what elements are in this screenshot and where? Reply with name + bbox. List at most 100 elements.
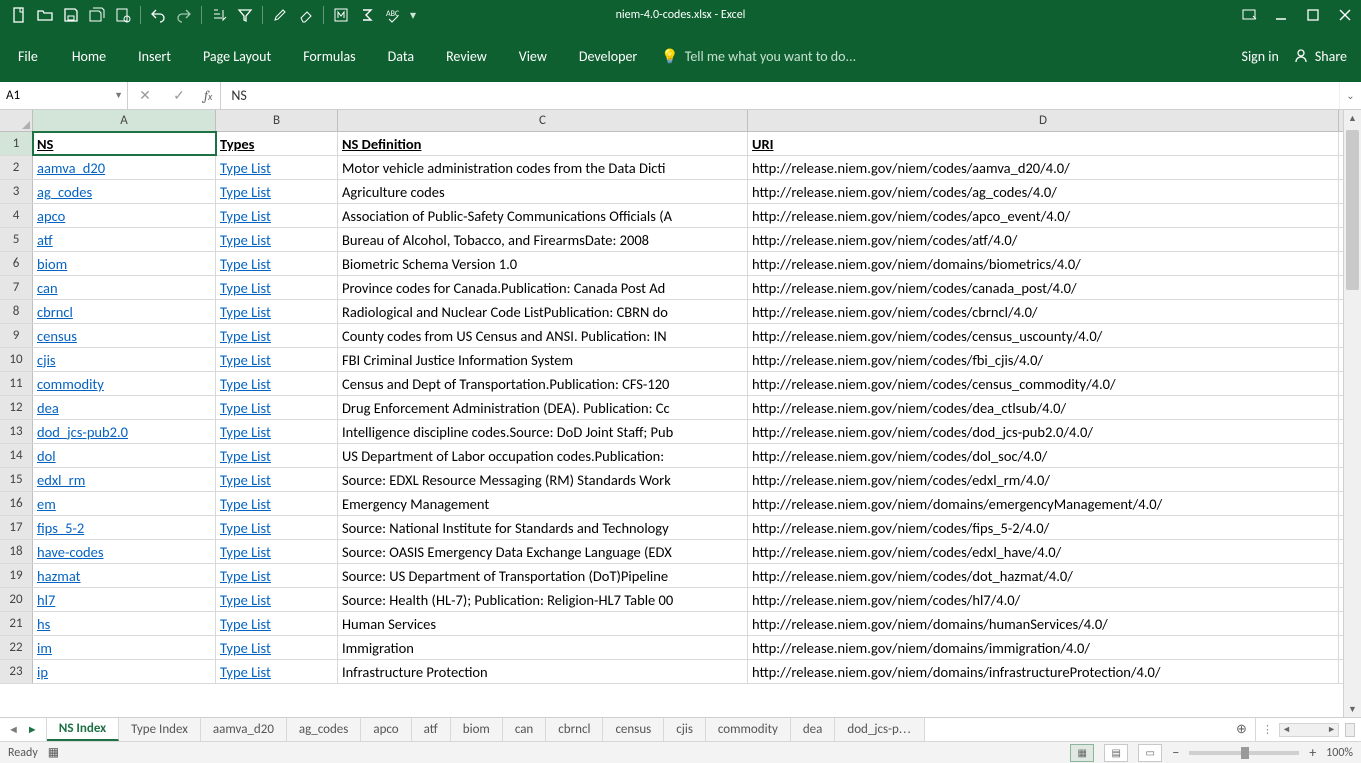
types-link[interactable]: Type List xyxy=(220,543,271,561)
cell[interactable]: census xyxy=(33,324,216,347)
cell[interactable]: Province codes for Canada.Publication: C… xyxy=(338,276,748,299)
cell[interactable]: http://release.niem.gov/niem/codes/ag_co… xyxy=(748,180,1339,203)
cell[interactable]: have-codes xyxy=(33,540,216,563)
types-link[interactable]: Type List xyxy=(220,399,271,417)
cell[interactable]: http://release.niem.gov/niem/codes/aamva… xyxy=(748,156,1339,179)
sheet-tab[interactable]: cjis xyxy=(664,718,706,741)
cell[interactable]: http://release.niem.gov/niem/codes/apco_… xyxy=(748,204,1339,227)
cell[interactable]: Type List xyxy=(216,564,338,587)
cell[interactable]: Drug Enforcement Administration (DEA). P… xyxy=(338,396,748,419)
cell[interactable]: http://release.niem.gov/niem/codes/edxl_… xyxy=(748,468,1339,491)
cell[interactable]: http://release.niem.gov/niem/domains/eme… xyxy=(748,492,1339,515)
types-link[interactable]: Type List xyxy=(220,423,271,441)
cell[interactable]: NS xyxy=(33,132,216,155)
name-box-dropdown-icon[interactable]: ▼ xyxy=(114,90,123,101)
types-link[interactable]: Type List xyxy=(220,231,271,249)
types-link[interactable]: Type List xyxy=(220,447,271,465)
sheet-tab[interactable]: cbrncl xyxy=(546,718,603,741)
sheet-tab[interactable]: aamva_d20 xyxy=(201,718,287,741)
row-header[interactable]: 13 xyxy=(0,420,33,443)
cell[interactable]: dea xyxy=(33,396,216,419)
row-header[interactable]: 15 xyxy=(0,468,33,491)
formula-expand-icon[interactable]: ⌄ xyxy=(1339,82,1361,109)
ns-link[interactable]: im xyxy=(37,639,52,657)
cell[interactable]: Type List xyxy=(216,252,338,275)
eraser-icon[interactable] xyxy=(293,1,319,29)
cell[interactable]: http://release.niem.gov/niem/codes/dea_c… xyxy=(748,396,1339,419)
cell[interactable]: http://release.niem.gov/niem/codes/dot_h… xyxy=(748,564,1339,587)
sheet-nav-next-icon[interactable]: ► xyxy=(27,723,38,736)
row-header[interactable]: 21 xyxy=(0,612,33,635)
types-link[interactable]: Type List xyxy=(220,255,271,273)
cell[interactable]: Type List xyxy=(216,276,338,299)
types-link[interactable]: Type List xyxy=(220,471,271,489)
maximize-icon[interactable] xyxy=(1297,1,1329,29)
ribbon-tab-page-layout[interactable]: Page Layout xyxy=(187,30,287,82)
cell[interactable]: http://release.niem.gov/niem/codes/censu… xyxy=(748,372,1339,395)
file-tab[interactable]: File xyxy=(0,30,56,82)
cell[interactable]: FBI Criminal Justice Information System xyxy=(338,348,748,371)
sheet-tab[interactable]: dod_jcs-p ... xyxy=(835,718,924,741)
types-link[interactable]: Type List xyxy=(220,519,271,537)
cell[interactable]: apco xyxy=(33,204,216,227)
cell[interactable]: Intelligence discipline codes.Source: Do… xyxy=(338,420,748,443)
column-header-d[interactable]: D xyxy=(748,110,1339,131)
cell[interactable]: Type List xyxy=(216,636,338,659)
ns-link[interactable]: cbrncl xyxy=(37,303,73,321)
formula-cancel-icon[interactable]: ✕ xyxy=(128,87,162,104)
row-header[interactable]: 2 xyxy=(0,156,33,179)
row-header[interactable]: 4 xyxy=(0,204,33,227)
save-icon[interactable] xyxy=(58,1,84,29)
zoom-in-icon[interactable]: + xyxy=(1309,744,1316,761)
formula-enter-icon[interactable]: ✓ xyxy=(162,87,196,104)
cell[interactable]: ag_codes xyxy=(33,180,216,203)
cell[interactable]: Radiological and Nuclear Code ListPublic… xyxy=(338,300,748,323)
undo-icon[interactable] xyxy=(145,1,171,29)
types-link[interactable]: Type List xyxy=(220,303,271,321)
cell[interactable]: US Department of Labor occupation codes.… xyxy=(338,444,748,467)
types-link[interactable]: Type List xyxy=(220,183,271,201)
types-link[interactable]: Type List xyxy=(220,159,271,177)
zoom-level[interactable]: 100% xyxy=(1326,746,1353,760)
ribbon-tab-insert[interactable]: Insert xyxy=(122,30,187,82)
cell[interactable]: County codes from US Census and ANSI. Pu… xyxy=(338,324,748,347)
cell[interactable]: edxl_rm xyxy=(33,468,216,491)
redo-icon[interactable] xyxy=(171,1,197,29)
ns-link[interactable]: em xyxy=(37,495,56,513)
horizontal-scrollbar[interactable]: ◄► xyxy=(1279,723,1339,737)
ns-link[interactable]: ip xyxy=(37,663,48,681)
spellcheck-icon[interactable]: ABC xyxy=(380,1,406,29)
sheet-tab[interactable]: census xyxy=(603,718,664,741)
cell[interactable]: Type List xyxy=(216,468,338,491)
ribbon-tab-home[interactable]: Home xyxy=(56,30,122,82)
cell[interactable]: Agriculture codes xyxy=(338,180,748,203)
ribbon-tab-view[interactable]: View xyxy=(503,30,563,82)
cell[interactable]: hazmat xyxy=(33,564,216,587)
types-link[interactable]: Type List xyxy=(220,567,271,585)
cell[interactable]: http://release.niem.gov/niem/codes/cbrnc… xyxy=(748,300,1339,323)
sheet-tab[interactable]: Type Index xyxy=(119,718,201,741)
print-preview-icon[interactable] xyxy=(110,1,136,29)
cell[interactable]: Source: OASIS Emergency Data Exchange La… xyxy=(338,540,748,563)
cell[interactable]: em xyxy=(33,492,216,515)
cell[interactable]: Emergency Management xyxy=(338,492,748,515)
row-header[interactable]: 6 xyxy=(0,252,33,275)
cell[interactable]: Type List xyxy=(216,540,338,563)
types-link[interactable]: Type List xyxy=(220,591,271,609)
cell[interactable]: NS Definition xyxy=(338,132,748,155)
row-header[interactable]: 14 xyxy=(0,444,33,467)
cell[interactable]: http://release.niem.gov/niem/codes/dol_s… xyxy=(748,444,1339,467)
cell[interactable]: Type List xyxy=(216,396,338,419)
row-header[interactable]: 3 xyxy=(0,180,33,203)
row-header[interactable]: 11 xyxy=(0,372,33,395)
sheet-tab[interactable]: dea xyxy=(791,718,836,741)
cell[interactable]: Type List xyxy=(216,180,338,203)
types-link[interactable]: Type List xyxy=(220,639,271,657)
cell[interactable]: Type List xyxy=(216,204,338,227)
cell[interactable]: dol xyxy=(33,444,216,467)
column-header-a[interactable]: A xyxy=(33,110,216,131)
cell[interactable]: Infrastructure Protection xyxy=(338,660,748,683)
tab-scroll-menu-icon[interactable]: ⋮ xyxy=(1262,723,1273,736)
new-sheet-button[interactable]: ⊕ xyxy=(1228,718,1256,741)
view-normal-icon[interactable]: ▦ xyxy=(1070,744,1094,762)
